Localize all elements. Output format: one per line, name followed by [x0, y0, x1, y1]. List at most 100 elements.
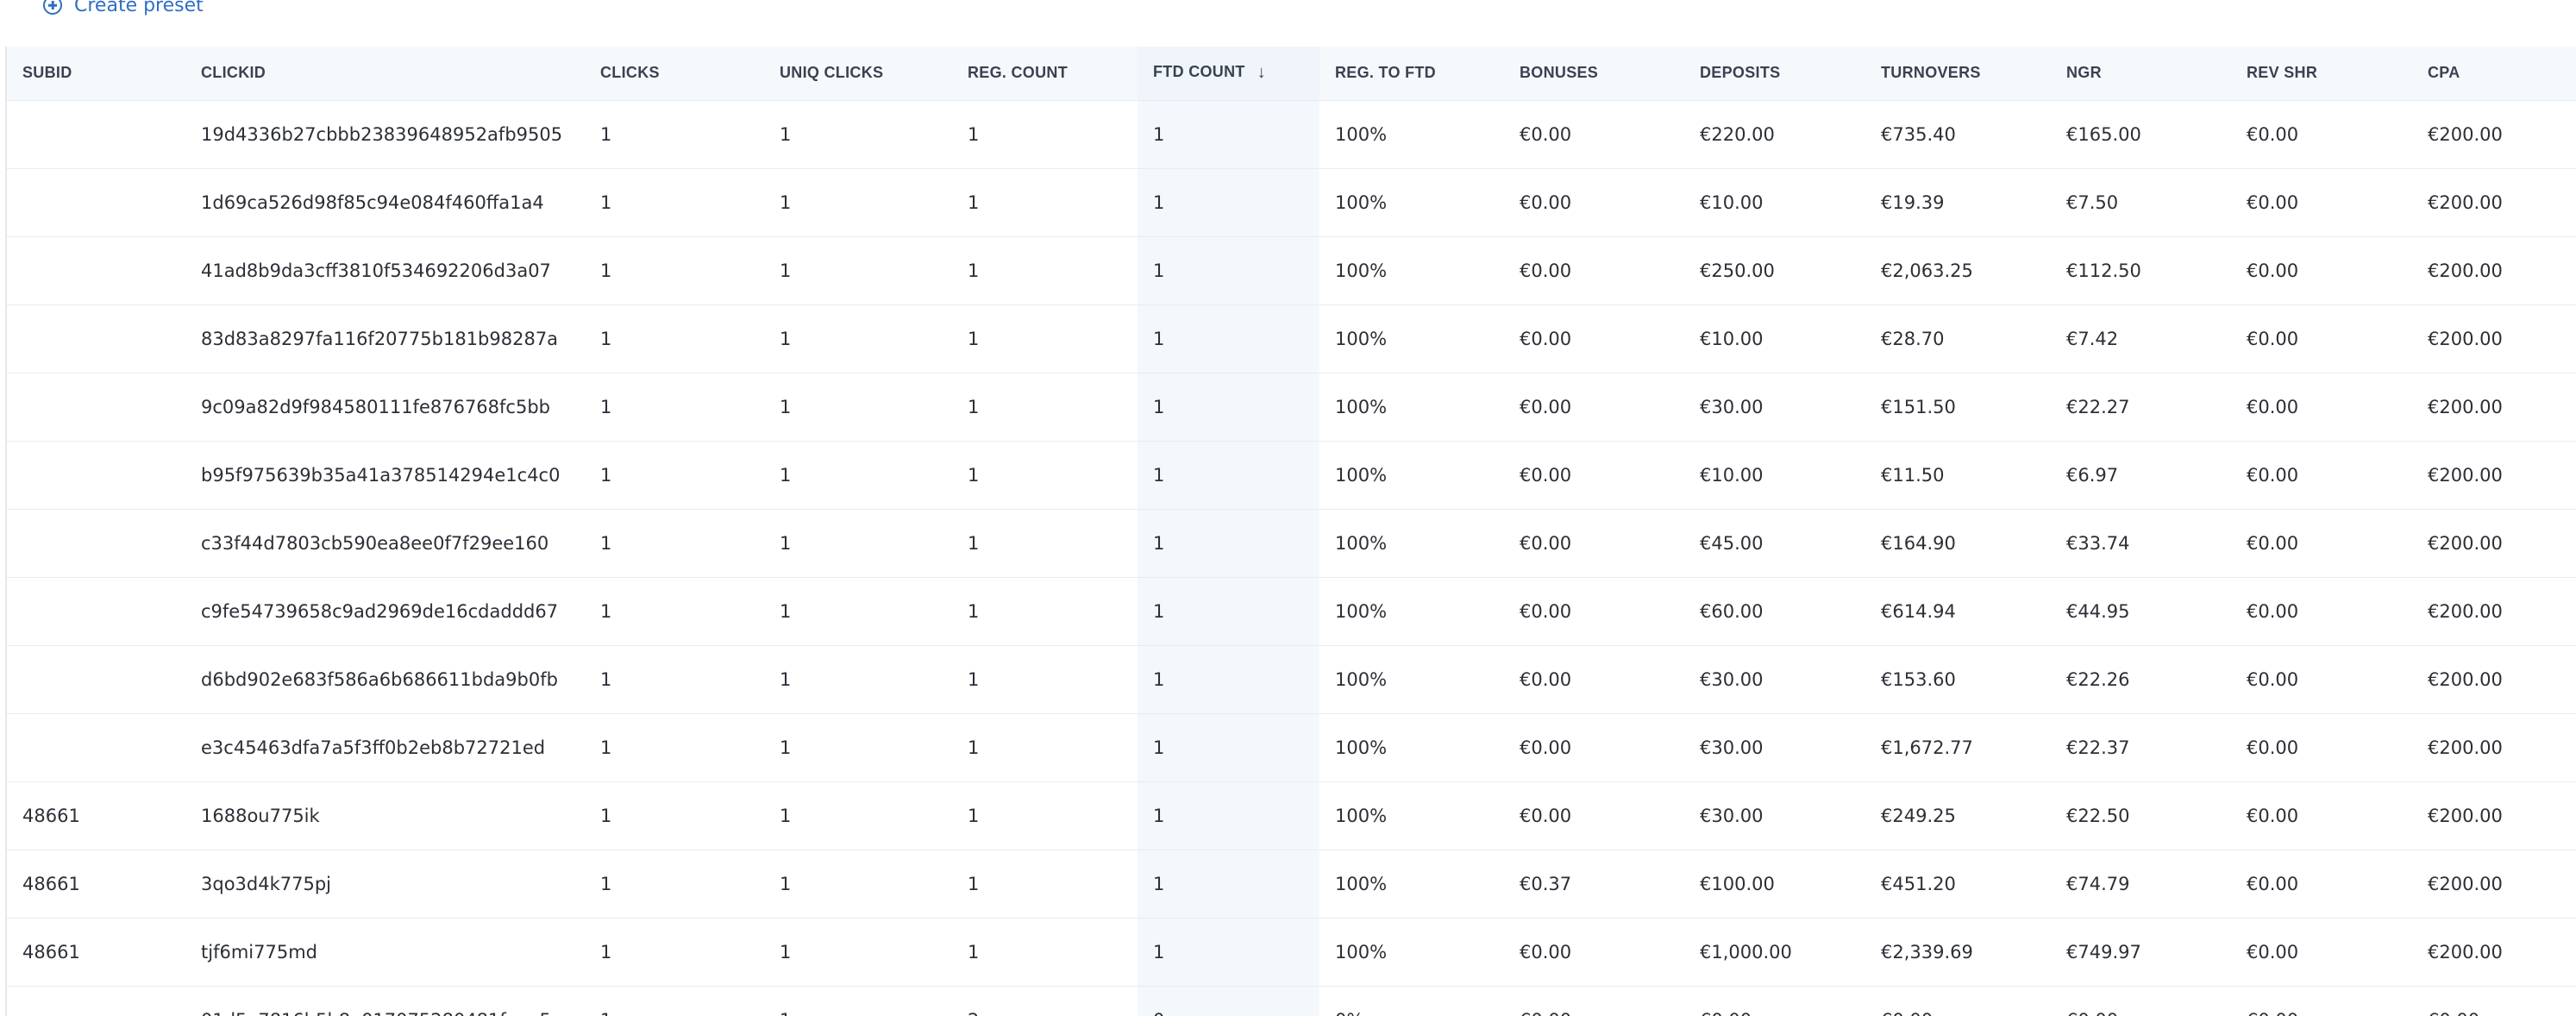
cell-cpa: €200.00	[2412, 373, 2576, 442]
cell-ftd-count: 1	[1138, 441, 1319, 510]
column-header-deposits[interactable]: DEPOSITS	[1684, 47, 1865, 101]
cell-rev-shr: €0.00	[2231, 100, 2412, 169]
cell-rev-shr: €0.00	[2231, 236, 2412, 305]
cell-bonuses: €0.00	[1504, 509, 1684, 578]
cell-clickid: b95f975639b35a41a378514294e1c4c0	[185, 441, 585, 510]
cell-deposits: €220.00	[1684, 100, 1865, 169]
cell-reg-count: 1	[952, 918, 1138, 987]
cell-clickid: 3qo3d4k775pj	[185, 850, 585, 919]
cell-subid	[7, 577, 185, 646]
cell-cpa: €200.00	[2412, 577, 2576, 646]
column-header-clickid[interactable]: CLICKID	[185, 47, 585, 101]
cell-clickid: 83d83a8297fa116f20775b181b98287a	[185, 304, 585, 373]
cell-reg-to-ftd: 100%	[1319, 713, 1504, 782]
cell-ftd-count: 1	[1138, 100, 1319, 169]
cell-uniq-clicks: 1	[764, 986, 952, 1016]
table-row: 9c09a82d9f984580111fe876768fc5bb 1 1 1 1 100%…	[7, 373, 2576, 442]
cell-uniq-clicks: 1	[764, 304, 952, 373]
cell-clickid: c33f44d7803cb590ea8ee0f7f29ee160	[185, 509, 585, 578]
cell-ftd-count: 0	[1138, 986, 1319, 1016]
cell-turnovers: €164.90	[1865, 509, 2051, 578]
cell-clickid: e3c45463dfa7a5f3ff0b2eb8b72721ed	[185, 713, 585, 782]
cell-clicks: 1	[585, 918, 764, 987]
cell-uniq-clicks: 1	[764, 577, 952, 646]
cell-rev-shr: €0.00	[2231, 850, 2412, 919]
column-header-ngr[interactable]: NGR	[2051, 47, 2231, 101]
cell-reg-count: 1	[952, 441, 1138, 510]
cell-subid	[7, 986, 185, 1016]
cell-deposits: €30.00	[1684, 713, 1865, 782]
column-header-uniq-clicks[interactable]: UNIQ CLICKS	[764, 47, 952, 101]
cell-cpa: €200.00	[2412, 713, 2576, 782]
cell-clickid: 1688ou775ik	[185, 781, 585, 850]
cell-reg-to-ftd: 100%	[1319, 781, 1504, 850]
cell-turnovers: €2,063.25	[1865, 236, 2051, 305]
cell-rev-shr: €0.00	[2231, 645, 2412, 714]
table-row: b95f975639b35a41a378514294e1c4c0 1 1 1 1 100%…	[7, 441, 2576, 510]
cell-bonuses: €0.00	[1504, 986, 1684, 1016]
table-row: e3c45463dfa7a5f3ff0b2eb8b72721ed 1 1 1 1 100%…	[7, 713, 2576, 782]
cell-rev-shr: €0.00	[2231, 713, 2412, 782]
cell-uniq-clicks: 1	[764, 509, 952, 578]
cell-clicks: 1	[585, 577, 764, 646]
cell-turnovers: €151.50	[1865, 373, 2051, 442]
cell-reg-count: 1	[952, 168, 1138, 237]
cell-rev-shr: €0.00	[2231, 168, 2412, 237]
column-header-ftd-count[interactable]: FTD COUNT ↓	[1138, 47, 1319, 101]
cell-reg-to-ftd: 0%	[1319, 986, 1504, 1016]
column-header-rev-shr[interactable]: REV SHR	[2231, 47, 2412, 101]
cell-uniq-clicks: 1	[764, 168, 952, 237]
cell-uniq-clicks: 1	[764, 918, 952, 987]
cell-ngr: €165.00	[2051, 100, 2231, 169]
table-row: 48661 1688ou775ik 1 1 1 1 100% €0.00 €30.00 €249.…	[7, 781, 2576, 850]
cell-rev-shr: €0.00	[2231, 509, 2412, 578]
cell-deposits: €45.00	[1684, 509, 1865, 578]
cell-cpa: €0.00	[2412, 986, 2576, 1016]
cell-subid	[7, 509, 185, 578]
column-header-subid[interactable]: SUBID	[7, 47, 185, 101]
statistics-table: SUBID CLICKID CLICKS UNIQ CLICKS REG. CO…	[7, 47, 2576, 1016]
table-row: d6bd902e683f586a6b686611bda9b0fb 1 1 1 1 100%…	[7, 645, 2576, 714]
cell-clicks: 1	[585, 850, 764, 919]
cell-clicks: 1	[585, 373, 764, 442]
cell-deposits: €0.00	[1684, 986, 1865, 1016]
sort-descending-icon[interactable]: ↓	[1257, 63, 1266, 83]
cell-cpa: €200.00	[2412, 918, 2576, 987]
create-preset-button[interactable]: Create preset	[43, 0, 204, 22]
cell-ftd-count: 1	[1138, 236, 1319, 305]
cell-bonuses: €0.00	[1504, 713, 1684, 782]
cell-ngr: €749.97	[2051, 918, 2231, 987]
cell-clickid: 19d4336b27cbbb23839648952afb9505	[185, 100, 585, 169]
table-row: 41ad8b9da3cff3810f534692206d3a07 1 1 1 1 100%…	[7, 236, 2576, 305]
cell-deposits: €10.00	[1684, 304, 1865, 373]
cell-subid	[7, 100, 185, 169]
cell-cpa: €200.00	[2412, 645, 2576, 714]
cell-reg-to-ftd: 100%	[1319, 168, 1504, 237]
cell-rev-shr: €0.00	[2231, 577, 2412, 646]
column-header-turnovers[interactable]: TURNOVERS	[1865, 47, 2051, 101]
cell-clickid: 9c09a82d9f984580111fe876768fc5bb	[185, 373, 585, 442]
cell-cpa: €200.00	[2412, 441, 2576, 510]
cell-bonuses: €0.00	[1504, 645, 1684, 714]
cell-ftd-count: 1	[1138, 781, 1319, 850]
cell-reg-count: 1	[952, 304, 1138, 373]
cell-ftd-count: 1	[1138, 373, 1319, 442]
plus-circle-icon	[43, 0, 62, 15]
column-header-cpa[interactable]: CPA	[2412, 47, 2576, 101]
column-header-clicks[interactable]: CLICKS	[585, 47, 764, 101]
cell-rev-shr: €0.00	[2231, 441, 2412, 510]
column-header-reg-count[interactable]: REG. COUNT	[952, 47, 1138, 101]
cell-deposits: €250.00	[1684, 236, 1865, 305]
cell-turnovers: €2,339.69	[1865, 918, 2051, 987]
cell-bonuses: €0.00	[1504, 373, 1684, 442]
column-header-bonuses[interactable]: BONUSES	[1504, 47, 1684, 101]
cell-uniq-clicks: 1	[764, 441, 952, 510]
cell-uniq-clicks: 1	[764, 781, 952, 850]
cell-reg-to-ftd: 100%	[1319, 304, 1504, 373]
cell-clickid: c9fe54739658c9ad2969de16cdaddd67	[185, 577, 585, 646]
cell-ftd-count: 1	[1138, 850, 1319, 919]
cell-subid	[7, 168, 185, 237]
cell-subid	[7, 304, 185, 373]
column-header-reg-to-ftd[interactable]: REG. TO FTD	[1319, 47, 1504, 101]
cell-turnovers: €249.25	[1865, 781, 2051, 850]
